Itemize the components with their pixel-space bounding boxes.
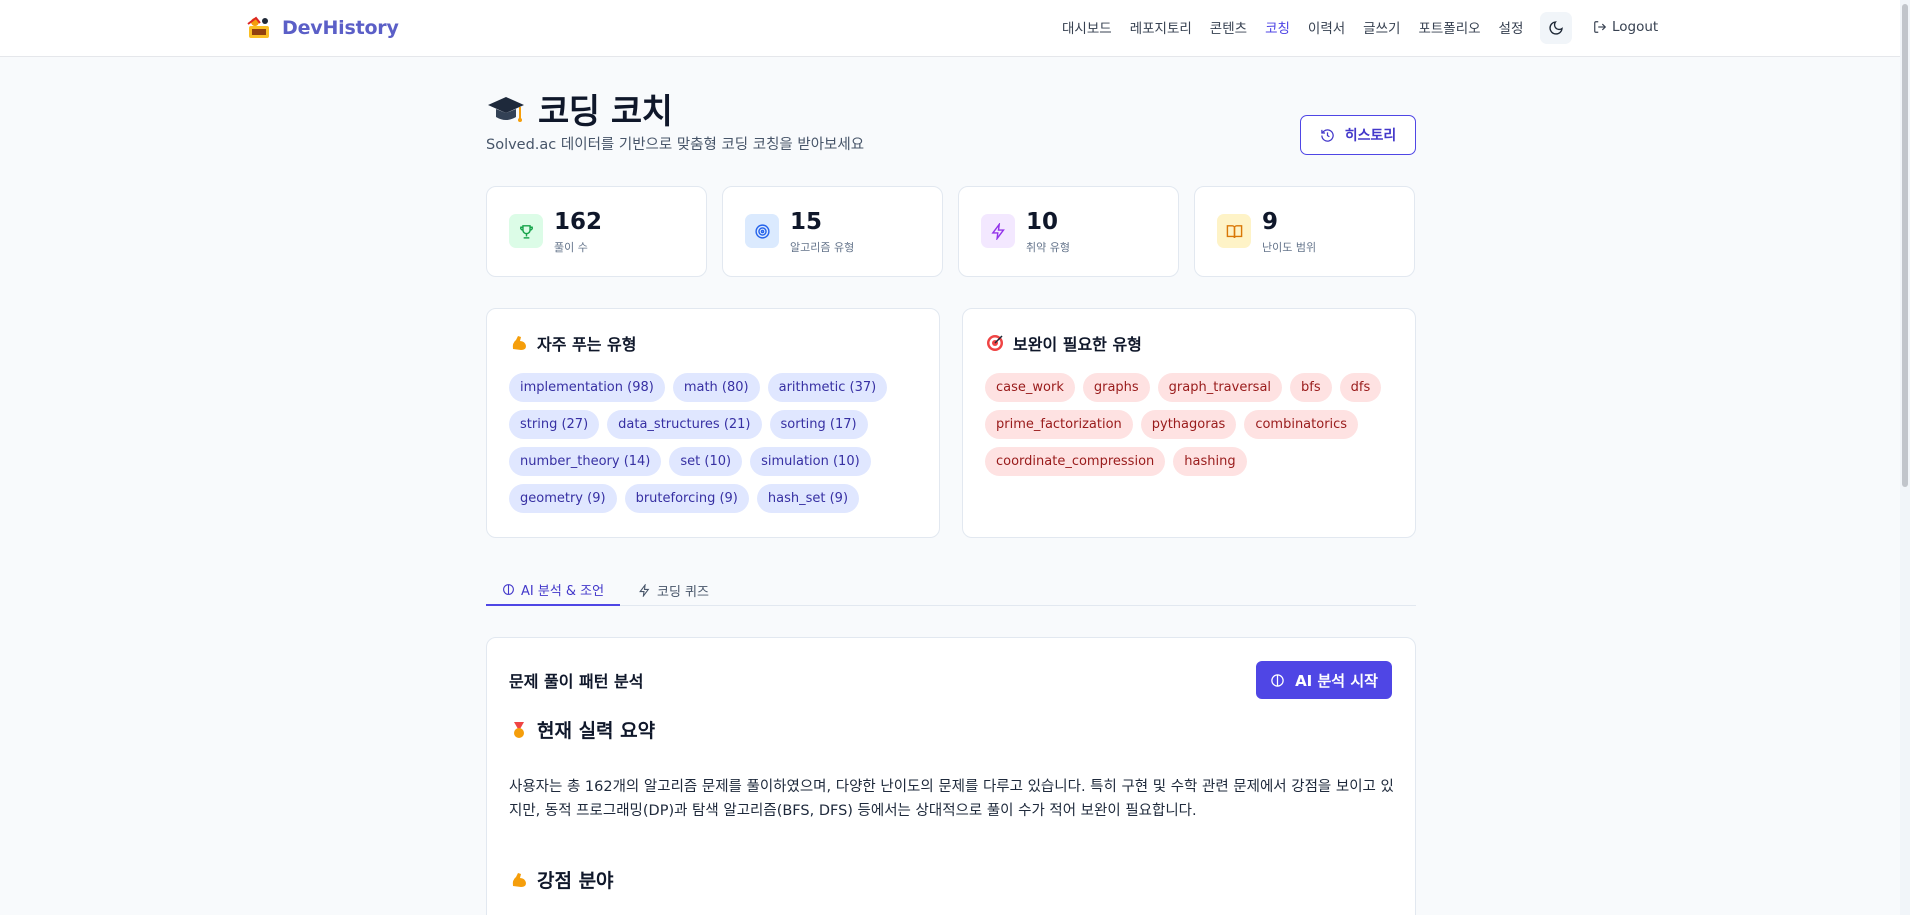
tag-chip[interactable]: combinatorics [1244, 410, 1359, 439]
tag-chip[interactable]: prime_factorization [985, 410, 1133, 439]
theme-toggle-button[interactable] [1540, 12, 1572, 44]
panel-title: 보완이 필요한 유형 [985, 331, 1142, 355]
frequent-types-panel: 자주 푸는 유형 implementation (98) math (80) a… [486, 308, 940, 538]
tag-chip[interactable]: geometry (9) [509, 484, 617, 513]
stat-card-difficulty-range: 9 난이도 범위 [1194, 186, 1415, 277]
moon-icon [1549, 21, 1563, 35]
tab-coding-quiz[interactable]: 코딩 퀴즈 [622, 575, 725, 606]
stat-icon-wrap [745, 214, 779, 248]
ai-button-label: AI 분석 시작 [1295, 671, 1378, 690]
trophy-icon [519, 224, 533, 239]
top-navbar: DevHistory 대시보드 레포지토리 콘텐츠 코칭 이력서 글쓰기 포트폴… [0, 0, 1900, 57]
page-scrollbar[interactable] [1900, 0, 1910, 915]
tag-chip[interactable]: bruteforcing (9) [624, 484, 749, 513]
stat-icon-wrap [509, 214, 543, 248]
page-title: 코딩 코치 [538, 92, 673, 132]
tag-chip[interactable]: graph_traversal [1157, 373, 1283, 402]
brand[interactable]: DevHistory [246, 14, 399, 42]
coaching-tabs: AI 분석 & 조언 코딩 퀴즈 [486, 575, 1416, 606]
weak-tags: case_work graphs graph_traversal bfs dfs… [985, 373, 1405, 476]
frequent-tags: implementation (98) math (80) arithmetic… [509, 373, 929, 513]
main-nav: 대시보드 레포지토리 콘텐츠 코칭 이력서 글쓰기 포트폴리오 설정 [1062, 17, 1541, 37]
summary-heading: 현재 실력 요약 [509, 716, 655, 743]
stat-icon-wrap [981, 214, 1015, 248]
brain-icon [1271, 673, 1284, 687]
tag-chip[interactable]: implementation (98) [509, 373, 665, 402]
panel-title: 자주 푸는 유형 [509, 331, 636, 355]
stat-label: 풀이 수 [554, 241, 588, 254]
start-ai-analysis-button[interactable]: AI 분석 시작 [1256, 661, 1392, 699]
tag-chip[interactable]: pythagoras [1140, 410, 1237, 439]
brain-icon [503, 584, 514, 595]
tab-ai-analysis[interactable]: AI 분석 & 조언 [486, 575, 621, 606]
target-icon [754, 223, 770, 239]
stat-card-solved: 162 풀이 수 [486, 186, 707, 277]
tag-chip[interactable]: case_work [985, 373, 1075, 402]
analysis-title: 문제 풀이 패턴 분석 [509, 672, 644, 691]
strength-heading: 강점 분야 [509, 866, 614, 893]
nav-resume[interactable]: 이력서 [1308, 17, 1345, 37]
logout-icon [1594, 21, 1607, 33]
tag-chip[interactable]: string (27) [509, 410, 600, 439]
logout-label: Logout [1612, 19, 1659, 35]
frequent-types-title: 자주 푸는 유형 [537, 335, 637, 354]
tag-chip[interactable]: hash_set (9) [756, 484, 860, 513]
stat-card-algorithm-types: 15 알고리즘 유형 [722, 186, 943, 277]
weak-types-panel: 보완이 필요한 유형 case_work graphs graph_traver… [962, 308, 1416, 538]
stat-value: 162 [554, 209, 603, 235]
nav-settings[interactable]: 설정 [1499, 17, 1524, 37]
tag-chip[interactable]: coordinate_compression [985, 447, 1166, 476]
devhistory-logo-icon [247, 16, 269, 38]
stat-label: 취약 유형 [1026, 241, 1070, 254]
stat-value: 9 [1262, 209, 1279, 235]
tag-chip[interactable]: math (80) [672, 373, 760, 402]
stat-icon-wrap [1217, 214, 1251, 248]
flexed-biceps-icon [512, 872, 526, 887]
tab-label: 코딩 퀴즈 [657, 585, 709, 600]
nav-repository[interactable]: 레포지토리 [1130, 17, 1192, 37]
brand-name: DevHistory [282, 17, 399, 39]
page-header: 코딩 코치 [486, 84, 673, 133]
stat-card-weak-types: 10 취약 유형 [958, 186, 1179, 277]
stat-label: 알고리즘 유형 [790, 241, 855, 254]
lightning-icon [990, 222, 1005, 240]
tag-chip[interactable]: set (10) [669, 447, 743, 476]
tag-chip[interactable]: dfs [1339, 373, 1382, 402]
history-icon [1320, 128, 1334, 142]
page-subtitle: Solved.ac 데이터를 기반으로 맞춤형 코딩 코칭을 받아보세요 [486, 137, 865, 153]
nav-portfolio[interactable]: 포트폴리오 [1418, 17, 1480, 37]
lightning-icon [639, 584, 650, 597]
strength-heading-text: 강점 분야 [537, 870, 614, 892]
tab-label: AI 분석 & 조언 [521, 584, 605, 599]
book-icon [1226, 224, 1242, 238]
stat-value: 10 [1026, 209, 1059, 235]
medal-icon [514, 721, 524, 738]
nav-writing[interactable]: 글쓰기 [1363, 17, 1400, 37]
stat-value: 15 [790, 209, 823, 235]
tag-chip[interactable]: simulation (10) [750, 447, 871, 476]
history-button[interactable]: 히스토리 [1300, 115, 1416, 155]
analysis-card: 문제 풀이 패턴 분석 AI 분석 시작 현재 실력 요약 사용자는 총 162… [486, 637, 1416, 915]
nav-dashboard[interactable]: 대시보드 [1062, 17, 1112, 37]
history-button-label: 히스토리 [1344, 128, 1397, 144]
direct-hit-icon [987, 335, 1003, 351]
nav-coaching[interactable]: 코칭 [1265, 17, 1290, 37]
tag-chip[interactable]: graphs [1082, 373, 1150, 402]
tag-chip[interactable]: bfs [1290, 373, 1332, 402]
stat-label: 난이도 범위 [1262, 241, 1317, 254]
summary-heading-text: 현재 실력 요약 [537, 720, 656, 742]
tag-chip[interactable]: sorting (17) [769, 410, 868, 439]
tag-chip[interactable]: data_structures (21) [607, 410, 762, 439]
tag-chip[interactable]: hashing [1173, 447, 1247, 476]
scrollbar-thumb[interactable] [1902, 4, 1908, 487]
graduation-cap-icon [488, 96, 524, 122]
tag-chip[interactable]: number_theory (14) [509, 447, 662, 476]
flexed-biceps-icon [512, 336, 526, 350]
summary-text: 사용자는 총 162개의 알고리즘 문제를 풀이하였으며, 다양한 난이도의 문… [509, 779, 1394, 819]
nav-content[interactable]: 콘텐츠 [1210, 17, 1247, 37]
weak-types-title: 보완이 필요한 유형 [1013, 335, 1142, 354]
tag-chip[interactable]: arithmetic (37) [767, 373, 888, 402]
logout-button[interactable]: Logout [1593, 19, 1658, 35]
